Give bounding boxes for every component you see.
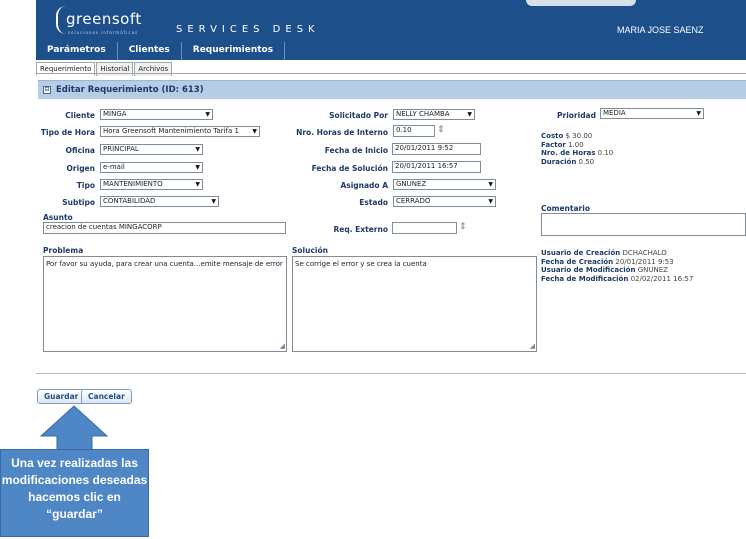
asignado-a-label: Asignado A: [340, 181, 388, 190]
factor-label: Factor: [541, 140, 566, 149]
estado-select[interactable]: CERRADO: [393, 196, 496, 207]
costo-label: Costo: [541, 132, 564, 140]
fecha-creacion-label: Fecha de Creación: [541, 257, 614, 266]
greensoft-logo: greensoft soluciones informáticas: [56, 6, 176, 36]
resize-grip-icon[interactable]: ◢: [530, 342, 535, 350]
req-externo-spinner-icon[interactable]: ⇕: [459, 222, 467, 232]
cost-summary: Costo $ 30.00 Factor 1.00 Nro. de Horas …: [541, 132, 613, 166]
req-externo-label: Req. Externo: [333, 225, 388, 234]
audit-info: Usuario de Creación DCHACHALO Fecha de C…: [541, 249, 693, 283]
oficina-select[interactable]: PRINCIPAL: [100, 144, 203, 155]
fecha-creacion-line: Fecha de Creación 20/01/2011 9:53: [541, 258, 693, 267]
solucion-label: Solución: [292, 246, 328, 255]
oficina-label: Oficina: [65, 146, 95, 155]
services-desk-title: SERVICES DESK: [176, 24, 320, 35]
panel-header: ⊟ Editar Requerimiento (ID: 613): [38, 80, 746, 99]
prioridad-select[interactable]: MEDIA: [600, 108, 704, 119]
comentario-input[interactable]: [541, 213, 746, 236]
fecha-inicio-label: Fecha de Inicio: [324, 146, 388, 155]
nav-parametros[interactable]: Parámetros: [36, 42, 118, 60]
usuario-creacion-label: Usuario de Creación: [541, 249, 621, 257]
logo-swoosh-icon: [56, 6, 66, 34]
usuario-modificacion-label: Usuario de Modificación: [541, 266, 636, 274]
nav-requerimientos[interactable]: Requerimientos: [182, 42, 286, 60]
usuario-modificacion-line: Usuario de Modificación GNUNEZ: [541, 266, 693, 275]
panel-title: Editar Requerimiento (ID: 613): [56, 85, 204, 95]
duracion-label: Duración: [541, 157, 577, 166]
tipo-hora-label: Tipo de Hora: [40, 128, 95, 137]
main-nav: Parámetros Clientes Requerimientos: [36, 42, 286, 60]
usuario-creacion-value: DCHACHALO: [622, 249, 667, 257]
factor-line: Factor 1.00: [541, 141, 613, 150]
form-divider: [36, 373, 746, 374]
origen-label: Origen: [66, 164, 95, 173]
nro-horas-line: Nro. de Horas 0.10: [541, 149, 613, 158]
logo-subtitle: soluciones informáticas: [68, 30, 139, 35]
nro-horas-interno-label: Nro. Horas de Interno: [296, 128, 388, 137]
subtipo-label: Subtipo: [62, 198, 95, 207]
solucion-text: Se corrige el error y se crea la cuenta: [295, 260, 427, 268]
nro-horas-spinner-icon[interactable]: ⇕: [437, 125, 445, 135]
nro-horas-interno-input[interactable]: 0.10: [393, 125, 435, 137]
tipo-label: Tipo: [76, 181, 95, 190]
nav-clientes[interactable]: Clientes: [118, 42, 182, 60]
asunto-label: Asunto: [43, 213, 73, 222]
fecha-modificacion-label: Fecha de Modificación: [541, 274, 629, 283]
fecha-inicio-input[interactable]: 20/01/2011 9:52: [392, 143, 481, 155]
nro-horas-value: 0.10: [597, 149, 614, 157]
header-top-tab: [526, 0, 636, 6]
current-user-name: MARIA JOSE SAENZ: [617, 25, 704, 35]
guardar-button[interactable]: Guardar: [37, 389, 86, 404]
cancelar-button[interactable]: Cancelar: [81, 389, 132, 404]
app-header: greensoft soluciones informáticas SERVIC…: [36, 0, 746, 60]
fecha-modificacion-line: Fecha de Modificación 02/02/2011 16:57: [541, 275, 693, 284]
fecha-modificacion-value: 02/02/2011 16:57: [630, 274, 694, 283]
req-externo-input[interactable]: [392, 222, 457, 234]
comentario-label: Comentario: [541, 204, 590, 213]
tipo-hora-select[interactable]: Hora Greensoft Mantenimiento Tarifa 1: [100, 126, 260, 137]
problema-text: Por favor su ayuda, para crear una cuent…: [46, 260, 283, 268]
estado-label: Estado: [359, 198, 388, 207]
problema-label: Problema: [43, 246, 84, 255]
fecha-solucion-input[interactable]: 20/01/2011 16:57: [392, 161, 481, 173]
resize-grip-icon[interactable]: ◢: [280, 342, 285, 350]
logo-text: greensoft: [66, 10, 142, 28]
fecha-solucion-label: Fecha de Solución: [311, 164, 388, 173]
origen-select[interactable]: e-mail: [100, 162, 203, 173]
duracion-line: Duración 0.50: [541, 158, 613, 167]
solucion-textarea[interactable]: Se corrige el error y se crea la cuenta …: [292, 256, 537, 352]
usuario-modificacion-value: GNUNEZ: [637, 266, 668, 274]
tipo-select[interactable]: MANTENIMIENTO: [100, 179, 203, 190]
solicitado-por-select[interactable]: NELLY CHAMBA: [393, 109, 475, 120]
costo-value: $ 30.00: [565, 132, 593, 140]
fecha-creacion-value: 20/01/2011 9:53: [615, 257, 674, 266]
cliente-select[interactable]: MINGA: [100, 109, 213, 120]
prioridad-label: Prioridad: [557, 111, 596, 120]
asignado-a-select[interactable]: GNUNEZ: [393, 179, 496, 190]
collapse-icon[interactable]: ⊟: [43, 86, 51, 94]
duracion-value: 0.50: [578, 157, 595, 166]
factor-value: 1.00: [568, 140, 584, 149]
subtipo-select[interactable]: CONTABILIDAD: [100, 196, 219, 207]
tab-divider: [36, 73, 746, 74]
costo-line: Costo $ 30.00: [541, 132, 613, 141]
nro-horas-label: Nro. de Horas: [541, 149, 596, 157]
cliente-label: Cliente: [65, 111, 95, 120]
instruction-callout: Una vez realizadas las modificaciones de…: [0, 449, 149, 537]
problema-textarea[interactable]: Por favor su ayuda, para crear una cuent…: [43, 256, 287, 352]
usuario-creacion-line: Usuario de Creación DCHACHALO: [541, 249, 693, 258]
asunto-input[interactable]: creacion de cuentas MINGACORP: [43, 222, 286, 234]
solicitado-por-label: Solicitado Por: [329, 111, 388, 120]
